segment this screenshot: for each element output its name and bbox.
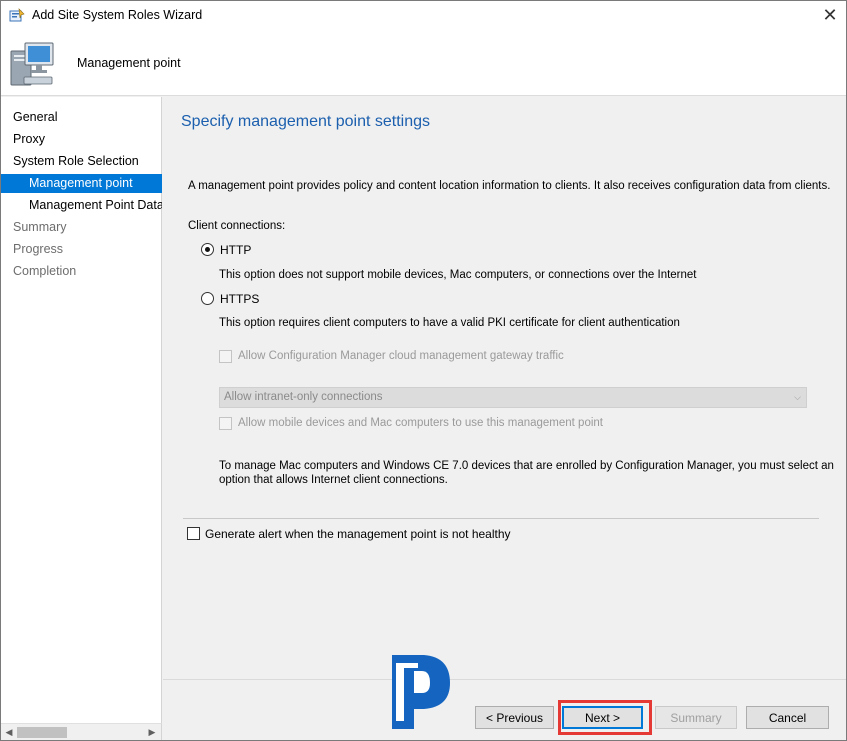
- sidebar-item-management-point[interactable]: Management point: [1, 174, 162, 193]
- computer-icon: [10, 42, 54, 86]
- close-icon[interactable]: ✕: [816, 3, 844, 29]
- wizard-subtitle: Management point: [77, 56, 181, 70]
- http-radio[interactable]: [201, 243, 214, 256]
- prajwal-logo-icon: [392, 655, 450, 729]
- scrollbar-thumb[interactable]: [17, 727, 67, 738]
- client-connections-label: Client connections:: [188, 220, 286, 232]
- https-radio[interactable]: [201, 292, 214, 305]
- footer-separator: [163, 679, 846, 680]
- https-description: This option requires client computers to…: [219, 317, 680, 329]
- sidebar-item-general[interactable]: General: [1, 108, 162, 127]
- sidebar-item-progress: Progress: [13, 242, 64, 256]
- mobile-devices-checkbox[interactable]: [219, 417, 232, 430]
- sidebar-horizontal-scrollbar[interactable]: ◀ ▶: [1, 723, 162, 740]
- cancel-button[interactable]: Cancel: [746, 706, 829, 729]
- title-bar: Add Site System Roles Wizard ✕: [1, 1, 846, 31]
- scroll-right-icon[interactable]: ▶: [145, 725, 159, 739]
- sidebar-item-completion: Completion: [13, 264, 77, 278]
- sidebar-item-management-point-database[interactable]: Management Point Datab: [1, 196, 162, 215]
- scroll-left-icon[interactable]: ◀: [2, 725, 16, 739]
- generate-alert-checkbox[interactable]: [187, 527, 200, 540]
- cmg-traffic-label: Allow Configuration Manager cloud manage…: [238, 350, 564, 362]
- cmg-traffic-checkbox[interactable]: [219, 350, 232, 363]
- next-highlight-annotation: [558, 700, 652, 735]
- wizard-steps-sidebar: General Proxy System Role Selection Mana…: [1, 97, 162, 723]
- generate-alert-label[interactable]: Generate alert when the management point…: [205, 527, 511, 541]
- window-title: Add Site System Roles Wizard: [32, 8, 203, 22]
- mobile-devices-label: Allow mobile devices and Mac computers t…: [238, 417, 603, 429]
- previous-button[interactable]: < Previous: [475, 706, 554, 729]
- wizard-window: Add Site System Roles Wizard ✕ Managemen…: [0, 0, 847, 741]
- content-pane: Specify management point settings A mana…: [163, 97, 846, 679]
- https-label[interactable]: HTTPS: [220, 292, 259, 306]
- http-label[interactable]: HTTP: [220, 243, 251, 257]
- mac-note-line2: option that allows Internet client conne…: [219, 474, 448, 486]
- wizard-header: Management point: [1, 31, 846, 96]
- http-description: This option does not support mobile devi…: [219, 269, 697, 281]
- connection-type-select[interactable]: Allow intranet-only connections ⌵: [219, 387, 807, 408]
- mac-note-line1: To manage Mac computers and Windows CE 7…: [219, 460, 834, 472]
- chevron-down-icon: ⌵: [794, 392, 801, 402]
- page-title: Specify management point settings: [181, 113, 431, 130]
- summary-button: Summary: [655, 706, 737, 729]
- sidebar-item-summary: Summary: [13, 220, 67, 234]
- connection-type-value: Allow intranet-only connections: [224, 391, 383, 403]
- sidebar-item-proxy[interactable]: Proxy: [1, 130, 162, 149]
- sidebar-item-system-role-selection[interactable]: System Role Selection: [1, 152, 162, 171]
- content-separator: [183, 518, 819, 519]
- wizard-icon: [9, 8, 25, 22]
- description-text: A management point provides policy and c…: [188, 180, 831, 192]
